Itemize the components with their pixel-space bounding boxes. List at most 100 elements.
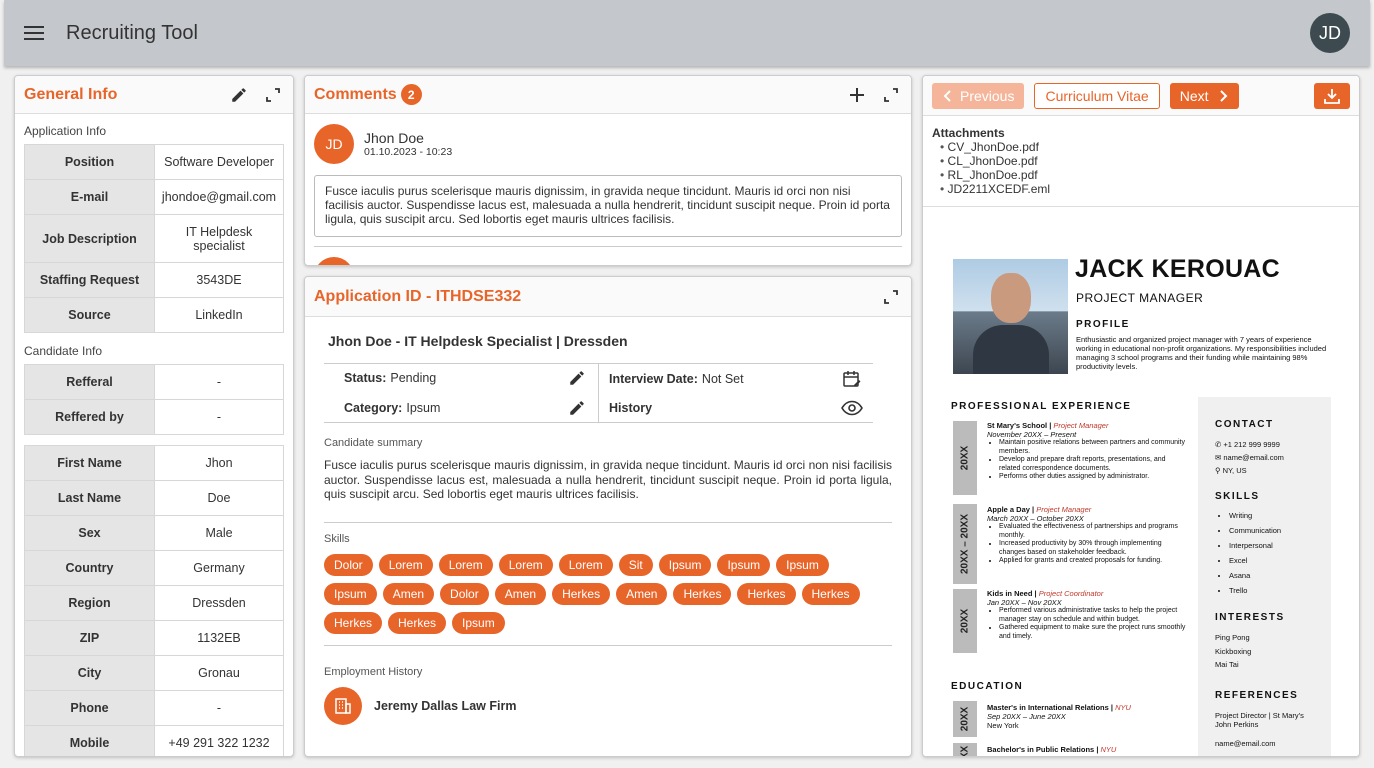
candidate-summary: Fusce iaculis purus scelerisque mauris d… <box>324 458 892 501</box>
table-row: Region Dressden <box>24 585 284 621</box>
download-button[interactable] <box>1314 82 1350 109</box>
cv-bullet: Evaluated the effectiveness of partnersh… <box>999 523 1187 540</box>
field-label: E-mail <box>24 179 155 215</box>
attachment-link[interactable]: CL_JhonDoe.pdf <box>940 154 1350 168</box>
comment-text: Fusce iaculis purus scelerisque mauris d… <box>314 175 902 237</box>
expand-icon[interactable] <box>880 286 902 308</box>
skill-chip[interactable]: Amen <box>616 582 668 605</box>
cv-education-item: Master's in International Relations | NY… <box>987 703 1187 730</box>
cv-skill: Asana <box>1229 568 1331 583</box>
cv-edu-place: New York <box>987 721 1019 730</box>
cv-phone: ✆ +1 212 999 9999 <box>1215 438 1331 451</box>
menu-icon[interactable] <box>24 26 44 40</box>
attachment-link[interactable]: RL_JhonDoe.pdf <box>940 168 1350 182</box>
employer-name: Jeremy Dallas Law Firm <box>374 698 517 713</box>
field-label: Country <box>24 550 155 586</box>
field-label: Mobile <box>24 725 155 756</box>
cv-job-title: Project Manager <box>1053 421 1109 430</box>
field-label: Region <box>24 585 155 621</box>
skill-chip[interactable]: Lorem <box>438 553 493 576</box>
interview-value: Not Set <box>701 371 744 386</box>
edit-category-icon[interactable] <box>566 397 588 419</box>
category-value: Ipsum <box>406 400 441 415</box>
cv-bullet: Performs other duties assigned by admini… <box>999 473 1187 482</box>
cv-bullet: Applied for grants and created proposals… <box>999 557 1187 566</box>
table-row: Phone - <box>24 690 284 726</box>
table-row: Last Name Doe <box>24 480 284 516</box>
cv-reference-email: name@email.com <box>1215 738 1276 748</box>
skill-chip[interactable]: Lorem <box>558 553 613 576</box>
cv-job: St Mary's School | Project Manager Novem… <box>987 421 1187 482</box>
skill-chip[interactable]: Herkes <box>324 611 383 634</box>
application-info-label: Application Info <box>24 124 107 138</box>
cv-references-label: REFERENCES <box>1215 689 1299 701</box>
skill-chip[interactable]: Ipsum <box>324 582 377 605</box>
skill-chip[interactable]: Amen <box>382 582 435 605</box>
field-value: Gronau <box>154 655 284 691</box>
panel-title: Comments <box>314 85 397 103</box>
viewer-toolbar: Previous Curriculum Vitae Next <box>923 76 1359 116</box>
skill-chip[interactable]: Ipsum <box>776 553 829 576</box>
application-subtitle: Jhon Doe - IT Helpdesk Specialist | Dres… <box>328 333 628 349</box>
skill-chip[interactable]: Lorem <box>498 553 553 576</box>
field-value: Software Developer <box>154 144 284 180</box>
attachment-link[interactable]: CV_JhonDoe.pdf <box>940 140 1350 154</box>
panel-title: Application ID - ITHDSE332 <box>314 287 522 305</box>
building-icon <box>324 686 362 725</box>
history-item: History <box>599 393 873 422</box>
cv-job-dates: November 20XX – Present <box>987 430 1077 439</box>
table-row: Refferal - <box>24 364 284 400</box>
skill-chip[interactable]: Lorem <box>378 553 433 576</box>
cv-timeline-label: 20XX <box>959 445 971 471</box>
field-value: 1132EB <box>154 620 284 656</box>
skill-chip[interactable]: Dolor <box>324 553 373 576</box>
field-value: Dressden <box>154 585 284 621</box>
skill-chip[interactable]: Herkes <box>801 582 860 605</box>
edit-icon[interactable] <box>228 84 250 106</box>
table-row: ZIP 1132EB <box>24 620 284 656</box>
field-value: LinkedIn <box>154 297 284 333</box>
skill-chip[interactable]: Herkes <box>552 582 611 605</box>
next-button[interactable]: Next <box>1169 82 1239 109</box>
edit-status-icon[interactable] <box>566 367 588 389</box>
cv-degree: Master's in International Relations <box>987 703 1109 712</box>
cv-job: Kids in Need | Project Coordinator Jan 2… <box>987 589 1187 641</box>
skill-chip[interactable]: Herkes <box>673 582 732 605</box>
attachment-link[interactable]: JD2211XCEDF.eml <box>940 182 1350 196</box>
cv-photo <box>953 259 1068 374</box>
comment-item: JD Jhon Doe 01.10.2023 - 10:23 Fusce iac… <box>305 114 911 265</box>
previous-label: Previous <box>960 87 1015 104</box>
skill-chip[interactable]: Ipsum <box>452 611 505 634</box>
cv-skill: Interpersonal <box>1229 538 1331 553</box>
field-value: jhondoe@gmail.com <box>154 179 284 215</box>
personal-info-table: First Name Jhon Last Name Doe Sex Male Coun… <box>24 445 284 756</box>
field-value: Germany <box>154 550 284 586</box>
cv-bullet: Develop and prepare draft reports, prese… <box>999 456 1187 473</box>
skill-chip[interactable]: Herkes <box>388 611 447 634</box>
skill-chip[interactable]: Sit <box>618 553 653 576</box>
cv-email-value: name@email.com <box>1223 453 1284 462</box>
cv-phone-value: +1 212 999 9999 <box>1223 440 1280 449</box>
comment-count-badge: 2 <box>400 84 422 105</box>
skill-chip[interactable]: Amen <box>494 582 547 605</box>
expand-icon[interactable] <box>880 84 902 106</box>
cv-job-org: Kids in Need <box>987 589 1033 598</box>
cv-timeline-bar: 20XX – 20XX <box>953 504 977 584</box>
cv-skill: Excel <box>1229 553 1331 568</box>
cv-school: NYU <box>1115 703 1131 712</box>
curriculum-vitae-button[interactable]: Curriculum Vitae <box>1034 82 1160 109</box>
cv-profile: Enthusiastic and organized project manag… <box>1076 335 1327 371</box>
skill-chip[interactable]: Ipsum <box>658 553 712 576</box>
previous-button[interactable]: Previous <box>932 82 1025 109</box>
add-icon[interactable] <box>846 84 868 106</box>
skill-chip[interactable]: Herkes <box>737 582 796 605</box>
referral-table: Refferal - Reffered by - <box>24 364 284 435</box>
user-avatar[interactable]: JD <box>1310 13 1350 53</box>
calendar-edit-icon[interactable] <box>841 368 863 390</box>
table-row: Position Software Developer <box>24 144 284 180</box>
eye-icon[interactable] <box>841 397 863 419</box>
skill-chip[interactable]: Ipsum <box>717 553 771 576</box>
skill-chip[interactable]: Dolor <box>440 582 489 605</box>
expand-icon[interactable] <box>262 84 284 106</box>
cv-skill: Communication <box>1229 523 1331 538</box>
